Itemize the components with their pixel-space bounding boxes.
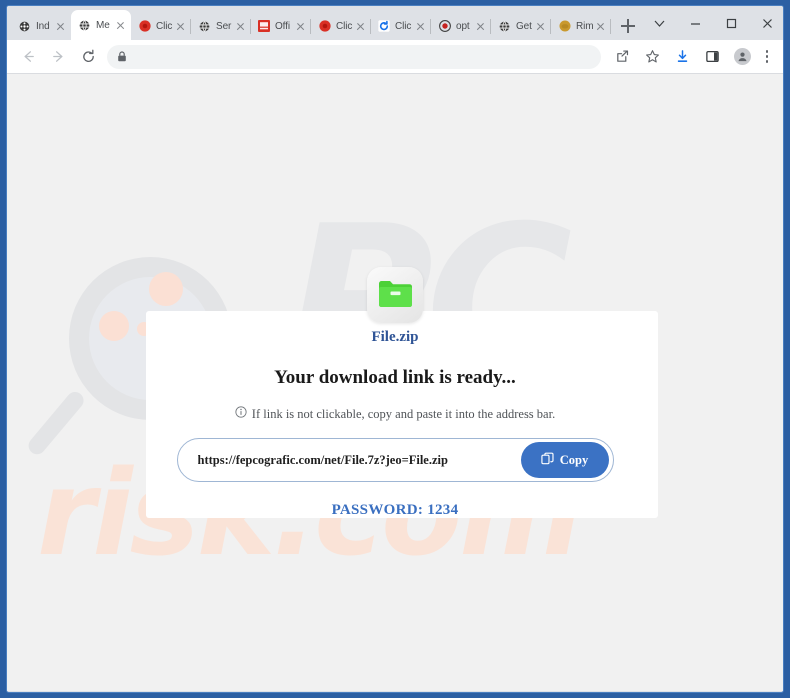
side-panel-icon[interactable] [699, 44, 725, 70]
browser-tab[interactable]: Ind [11, 12, 71, 40]
browser-toolbar [7, 40, 783, 74]
tab-close-icon[interactable] [594, 20, 607, 33]
gold-circle-icon [558, 20, 571, 33]
film-reel-icon [18, 20, 31, 33]
toolbar-right-actions [607, 44, 777, 70]
page-title: Your download link is ready... [274, 367, 516, 388]
globe-icon [198, 20, 211, 33]
tab-title: Offi [275, 20, 290, 32]
browser-tab[interactable]: Get [491, 12, 551, 40]
tab-strip: Ind Me Clic Ser Offi Clic Clic opt Get Rim [7, 6, 783, 40]
download-card-content: File.zip Your download link is ready... … [7, 267, 783, 519]
browser-tab[interactable]: opt [431, 12, 491, 40]
bookmark-star-icon[interactable] [639, 44, 665, 70]
tab-close-icon[interactable] [534, 20, 547, 33]
browser-menu-icon[interactable] [757, 46, 777, 68]
info-message: If link is not clickable, copy and paste… [7, 406, 783, 422]
copy-icon [541, 452, 554, 469]
tab-title: Clic [156, 20, 173, 32]
globe-icon [498, 20, 511, 33]
avatar [733, 48, 751, 65]
red-circle-icon [138, 20, 151, 33]
info-message-text: If link is not clickable, copy and paste… [251, 406, 556, 421]
window-controls [641, 6, 783, 40]
tab-close-icon[interactable] [294, 20, 307, 33]
tab-title: Clic [336, 20, 353, 32]
browser-window: Ind Me Clic Ser Offi Clic Clic opt Get Rim [7, 6, 783, 692]
browser-tab[interactable]: Offi [251, 12, 311, 40]
close-button[interactable] [749, 8, 783, 38]
red-circle-icon [318, 20, 331, 33]
blue-refresh-icon [378, 20, 390, 32]
tab-close-icon[interactable] [114, 19, 127, 32]
download-link-text[interactable]: https://fepcografic.com/net/File.7z?jeo=… [198, 453, 521, 468]
browser-tab[interactable]: Ser [191, 12, 251, 40]
tab-search-button[interactable] [641, 8, 677, 38]
tab-close-icon[interactable] [234, 20, 247, 33]
reload-icon[interactable] [75, 44, 101, 70]
forward-icon[interactable] [45, 44, 71, 70]
tab-title: Ind [36, 20, 50, 32]
share-icon[interactable] [609, 44, 635, 70]
info-circle-icon [235, 406, 247, 422]
red-target-icon [438, 20, 451, 33]
back-icon[interactable] [15, 44, 41, 70]
red-document-icon [258, 20, 270, 32]
green-archive-folder-icon [367, 267, 423, 323]
tab-separator [610, 19, 611, 34]
downloads-icon[interactable] [669, 44, 695, 70]
copy-button-label: Copy [559, 452, 589, 467]
profile-avatar[interactable] [729, 44, 755, 70]
tab-title: Get [516, 20, 532, 32]
tab-close-icon[interactable] [474, 20, 487, 33]
browser-tab[interactable]: Clic [131, 12, 191, 40]
tab-title: Clic [395, 20, 412, 32]
tab-close-icon[interactable] [54, 20, 67, 33]
browser-tab[interactable]: Clic [371, 12, 431, 40]
browser-tab[interactable]: Rim [551, 12, 611, 40]
new-tab-button[interactable] [615, 13, 641, 39]
tab-title: Rim [576, 20, 594, 32]
minimize-button[interactable] [677, 8, 713, 38]
file-name-label: File.zip [371, 329, 419, 345]
page-viewport: PC risk.com File.zip Your download link … [7, 74, 783, 691]
tab-close-icon[interactable] [174, 20, 187, 33]
globe-icon [78, 19, 91, 32]
tab-close-icon[interactable] [414, 20, 427, 33]
maximize-button[interactable] [713, 8, 749, 38]
copy-button[interactable]: Copy [520, 442, 609, 478]
tab-close-icon[interactable] [354, 20, 367, 33]
browser-tab[interactable]: Me [71, 10, 131, 40]
browser-tab[interactable]: Clic [311, 12, 371, 40]
tab-title: Ser [216, 20, 232, 32]
lock-icon [117, 51, 127, 62]
tab-title: Me [96, 19, 110, 31]
tab-title: opt [456, 20, 470, 32]
address-bar[interactable] [107, 44, 601, 69]
password-label: PASSWORD: 1234 [331, 502, 459, 518]
download-link-row[interactable]: https://fepcografic.com/net/File.7z?jeo=… [176, 438, 614, 482]
